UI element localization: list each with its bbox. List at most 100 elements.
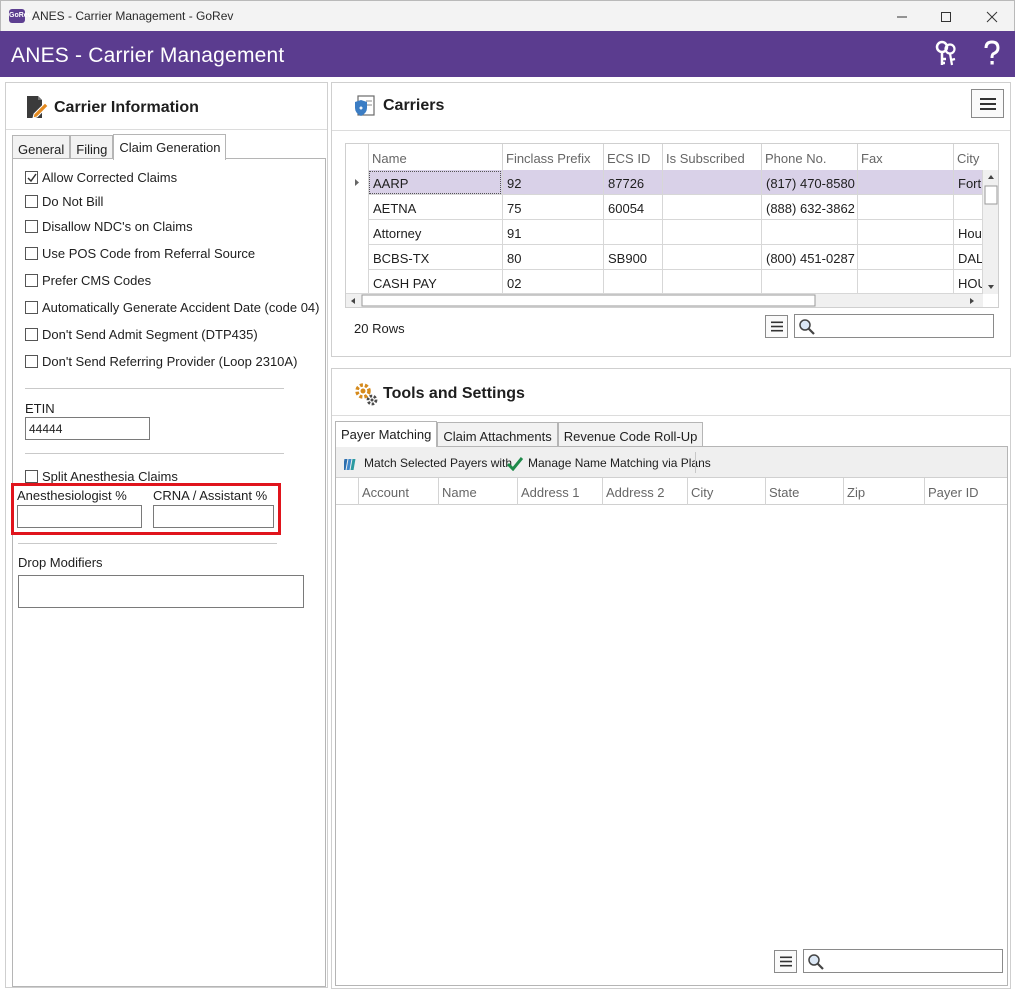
maximize-button[interactable] <box>923 1 969 32</box>
table-row[interactable]: AARP 92 87726 (817) 470-8580 Fort <box>346 170 983 195</box>
column-header-phone-no[interactable]: Phone No. <box>761 144 857 170</box>
column-header-city[interactable]: City <box>953 144 998 170</box>
tab-revenue-code-roll-up[interactable]: Revenue Code Roll-Up <box>557 422 704 446</box>
cell-finclass-prefix[interactable]: 91 <box>502 220 603 245</box>
close-button[interactable] <box>969 1 1015 32</box>
carriers-menu-button[interactable] <box>971 89 1004 118</box>
dont-send-admit-checkbox-row[interactable]: Don't Send Admit Segment (DTP435) <box>25 326 258 342</box>
split-anesthesia-checkbox[interactable] <box>25 469 38 483</box>
cell-is-subscribed[interactable] <box>662 245 761 270</box>
cell-ecs-id[interactable]: 60054 <box>603 195 662 220</box>
disallow-ndc-checkbox-row[interactable]: Disallow NDC's on Claims <box>25 218 193 234</box>
auto-accident-date-checkbox[interactable] <box>25 300 38 314</box>
payer-search-input[interactable] <box>803 949 1003 973</box>
cell-phone-no[interactable]: (888) 632-3862 <box>761 195 857 220</box>
minimize-button[interactable] <box>879 1 925 32</box>
dont-send-referring-checkbox[interactable] <box>25 354 38 368</box>
disallow-ndc-checkbox[interactable] <box>25 219 38 233</box>
cell-ecs-id[interactable]: SB900 <box>603 245 662 270</box>
column-header-account[interactable]: Account <box>358 478 438 505</box>
cell-city[interactable]: DAL <box>953 245 983 270</box>
table-row[interactable]: Attorney 91 Hou <box>346 220 983 245</box>
cell-is-subscribed[interactable] <box>662 220 761 245</box>
dont-send-admit-checkbox[interactable] <box>25 327 38 341</box>
column-header-ecs-id[interactable]: ECS ID <box>603 144 662 170</box>
cell-fax[interactable] <box>857 270 953 295</box>
cell-is-subscribed[interactable] <box>662 195 761 220</box>
column-header-payer-id[interactable]: Payer ID <box>924 478 1007 505</box>
cell-finclass-prefix[interactable]: 75 <box>502 195 603 220</box>
cell-city[interactable] <box>953 195 983 220</box>
use-pos-code-checkbox[interactable] <box>25 246 38 260</box>
split-anesthesia-checkbox-row[interactable]: Split Anesthesia Claims <box>25 468 178 484</box>
auto-accident-date-checkbox-row[interactable]: Automatically Generate Accident Date (co… <box>25 299 319 315</box>
carriers-grid-menu-button[interactable] <box>765 315 788 338</box>
do-not-bill-checkbox[interactable] <box>25 194 38 208</box>
cell-is-subscribed[interactable] <box>662 270 761 295</box>
column-header-address-1[interactable]: Address 1 <box>517 478 602 505</box>
tab-filing[interactable]: Filing <box>70 135 114 159</box>
prefer-cms-codes-checkbox-row[interactable]: Prefer CMS Codes <box>25 272 151 288</box>
cell-name[interactable]: AARP <box>368 170 502 195</box>
cell-phone-no[interactable]: (817) 470-8580 <box>761 170 857 195</box>
cell-ecs-id[interactable]: 87726 <box>603 170 662 195</box>
column-header-name[interactable]: Name <box>438 478 517 505</box>
cell-finclass-prefix[interactable]: 02 <box>502 270 603 295</box>
cell-fax[interactable] <box>857 195 953 220</box>
column-header-is-subscribed[interactable]: Is Subscribed <box>662 144 761 170</box>
column-header-fax[interactable]: Fax <box>857 144 953 170</box>
cell-finclass-prefix[interactable]: 80 <box>502 245 603 270</box>
cell-city[interactable]: HOU <box>953 270 983 295</box>
app-logo-icon: GoRev <box>9 9 32 23</box>
cell-phone-no[interactable]: (800) 451-0287 <box>761 245 857 270</box>
search-icon <box>799 319 815 335</box>
column-header-address-2[interactable]: Address 2 <box>602 478 687 505</box>
cell-name[interactable]: Attorney <box>368 220 502 245</box>
tab-claim-generation[interactable]: Claim Generation <box>113 134 227 160</box>
cell-fax[interactable] <box>857 245 953 270</box>
cell-finclass-prefix[interactable]: 92 <box>502 170 603 195</box>
cell-fax[interactable] <box>857 220 953 245</box>
manage-name-matching-button[interactable]: Manage Name Matching via Plans <box>507 454 711 472</box>
do-not-bill-checkbox-row[interactable]: Do Not Bill <box>25 193 103 209</box>
allow-corrected-claims-checkbox[interactable] <box>25 170 38 184</box>
use-pos-code-checkbox-row[interactable]: Use POS Code from Referral Source <box>25 245 255 261</box>
table-row[interactable]: BCBS-TX 80 SB900 (800) 451-0287 DAL <box>346 245 983 270</box>
dont-send-referring-checkbox-row[interactable]: Don't Send Referring Provider (Loop 2310… <box>25 353 297 369</box>
carriers-horizontal-scrollbar[interactable] <box>346 293 983 307</box>
prefer-cms-codes-checkbox[interactable] <box>25 273 38 287</box>
carriers-vertical-scrollbar[interactable] <box>982 170 998 294</box>
table-row[interactable]: CASH PAY 02 HOU <box>346 270 983 295</box>
tab-general[interactable]: General <box>12 135 71 159</box>
carriers-search-input[interactable] <box>794 314 994 338</box>
column-header-state[interactable]: State <box>765 478 843 505</box>
drop-modifiers-field[interactable] <box>18 575 304 608</box>
cell-fax[interactable] <box>857 170 953 195</box>
cell-city[interactable]: Fort <box>953 170 983 195</box>
allow-corrected-claims-checkbox-row[interactable]: Allow Corrected Claims <box>25 169 177 185</box>
cell-is-subscribed[interactable] <box>662 170 761 195</box>
cell-ecs-id[interactable] <box>603 220 662 245</box>
cell-name[interactable]: AETNA <box>368 195 502 220</box>
checkmark-icon <box>507 456 523 471</box>
payer-matching-toolbar: Match Selected Payers with Manage Name M… <box>336 447 1007 478</box>
column-header-name[interactable]: Name <box>368 144 502 170</box>
cell-city[interactable]: Hou <box>953 220 983 245</box>
column-header-zip[interactable]: Zip <box>843 478 924 505</box>
cell-phone-no[interactable] <box>761 220 857 245</box>
payer-grid-menu-button[interactable] <box>774 950 797 973</box>
table-row[interactable]: AETNA 75 60054 (888) 632-3862 <box>346 195 983 220</box>
tab-claim-attachments[interactable]: Claim Attachments <box>437 422 558 446</box>
cell-name[interactable]: BCBS-TX <box>368 245 502 270</box>
help-icon[interactable] <box>978 39 1006 69</box>
column-header-city[interactable]: City <box>687 478 765 505</box>
cell-phone-no[interactable] <box>761 270 857 295</box>
match-selected-payers-button[interactable]: Match Selected Payers with <box>344 454 512 472</box>
column-header-finclass-prefix[interactable]: Finclass Prefix <box>502 144 603 170</box>
keys-icon[interactable] <box>932 39 960 69</box>
cell-ecs-id[interactable] <box>603 270 662 295</box>
etin-field[interactable]: 44444 <box>25 417 150 440</box>
cell-name[interactable]: CASH PAY <box>368 270 502 295</box>
tab-payer-matching[interactable]: Payer Matching <box>335 421 438 447</box>
search-icon <box>808 954 824 970</box>
